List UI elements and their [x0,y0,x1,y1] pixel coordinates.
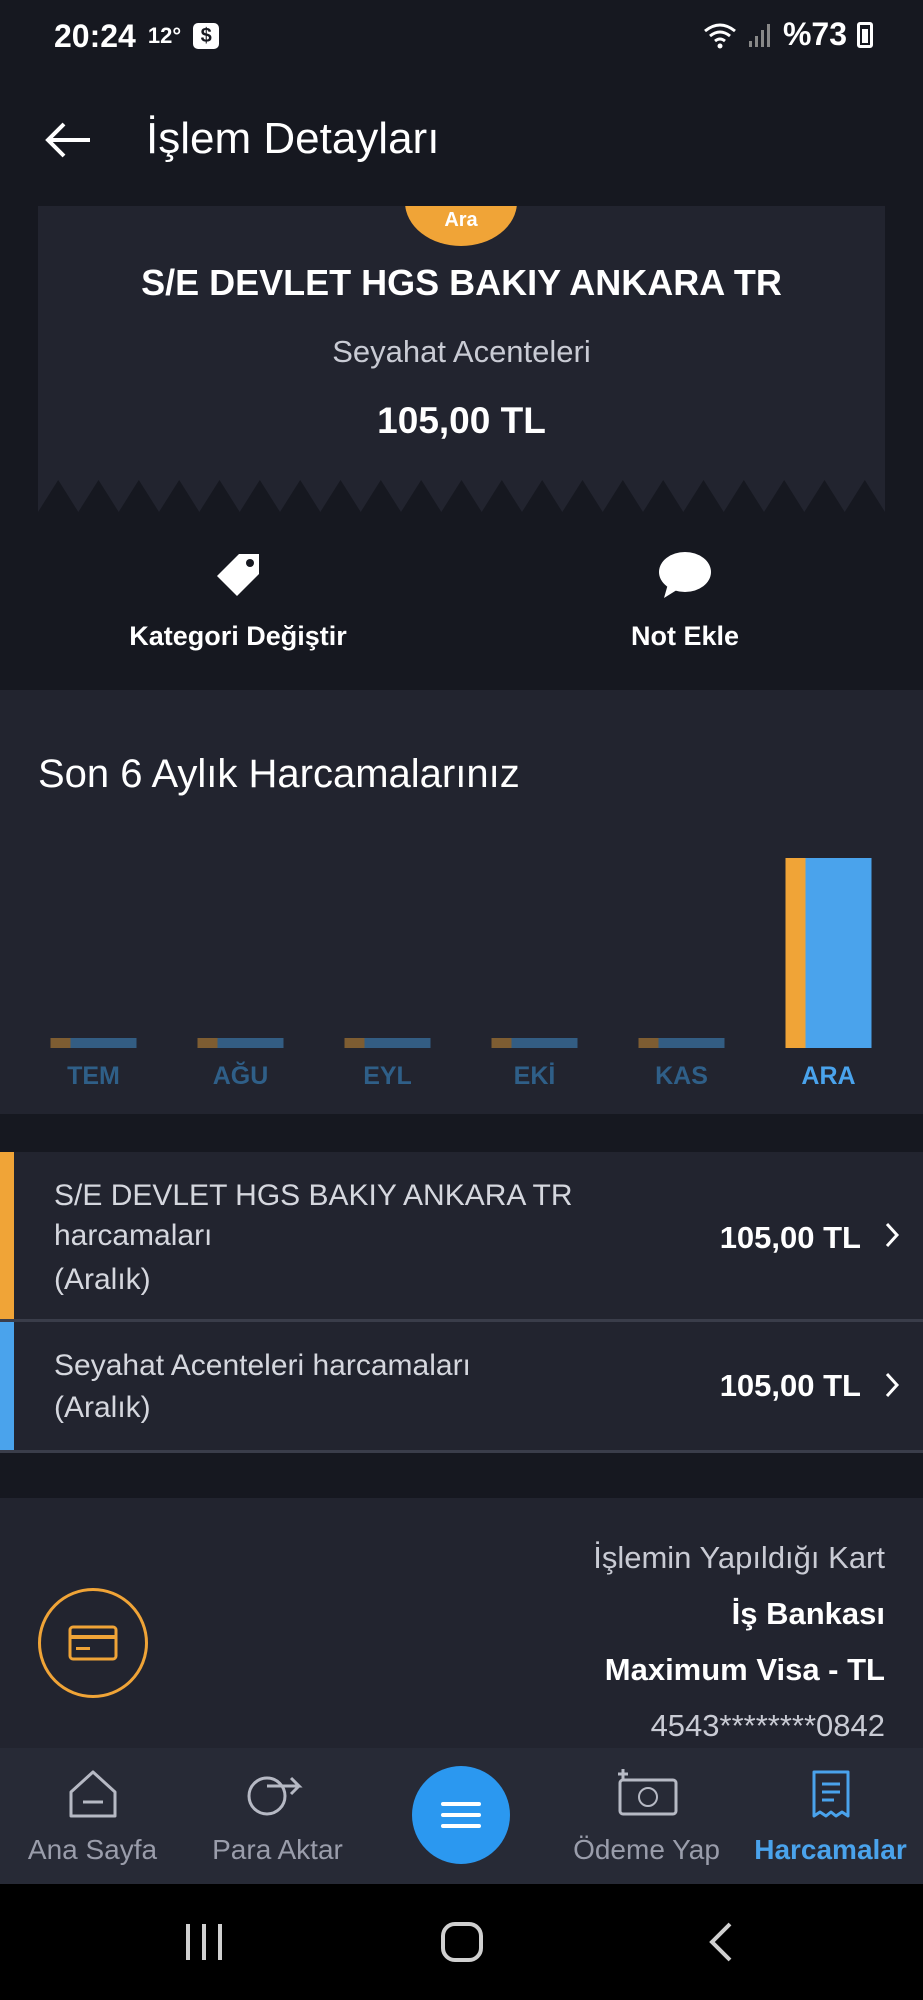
transaction-receipt: Ara S/E DEVLET HGS BAKIY ANKARA TR Seyah… [38,206,885,512]
chart-month-label[interactable]: EYL [363,1062,412,1090]
credit-card-icon [38,1588,148,1698]
category-spending-row[interactable]: Seyahat Acenteleri harcamaları (Aralık) … [0,1322,923,1453]
nav-spending-label: Harcamalar [754,1834,907,1865]
main-menu-button[interactable] [412,1766,510,1864]
row-amount: 105,00 TL [719,1368,861,1403]
status-temperature: 12° [147,23,182,48]
row-color-bar [0,1152,14,1319]
chart-bar-merchant-kas [658,1038,725,1048]
merchant-name: S/E DEVLET HGS BAKIY ANKARA TR [141,262,782,303]
app-notification-icon: $ [193,23,220,49]
payment-bill-icon [617,1769,677,1816]
change-category-label: Kategori Değiştir [129,621,347,651]
card-product: Maximum Visa - TL [604,1652,885,1687]
change-category-button[interactable]: Kategori Değiştir [88,550,388,652]
receipt-icon [812,1770,849,1818]
speech-bubble-icon [659,552,711,598]
nav-transfer-label: Para Aktar [212,1834,343,1865]
chart-month-label[interactable]: KAS [655,1062,708,1090]
row-text-line1: Seyahat Acenteleri harcamaları [54,1349,471,1382]
home-icon [69,1770,116,1818]
chart-bar-category-ara [785,858,806,1048]
transaction-category: Seyahat Acenteleri [332,334,591,369]
chart-title: Son 6 Aylık Harcamalarınız [38,752,520,796]
chart-bar-merchant-ağu [217,1038,284,1048]
chart-bar-merchant-eyl [364,1038,431,1048]
tag-icon [217,554,259,596]
chart-bar-merchant-tem [70,1038,137,1048]
wifi-icon [704,23,736,48]
home-button-icon[interactable] [440,1922,484,1962]
chart-bar-merchant-eki̇ [511,1038,578,1048]
card-info-section: İşlemin Yapıldığı Kart İş Bankası Maximu… [0,1498,923,1748]
system-back-icon[interactable] [706,1922,736,1962]
page-title: İşlem Detayları [146,114,440,163]
menu-icon [441,1802,481,1828]
app-bar: İşlem Detayları [0,72,923,206]
bottom-navigation: Ana Sayfa Para Aktar Ödeme Yap Harcamala… [0,1748,923,1884]
battery-percent: %73 [782,16,847,52]
monthly-spending-card: Son 6 Aylık Harcamalarınız TEM AĞU EYL EKİ K… [0,690,923,1114]
battery-icon [857,21,873,48]
nav-pay[interactable]: Ödeme Yap [554,1748,739,1884]
system-navigation-bar [0,1884,923,2000]
back-arrow-icon[interactable] [40,112,96,168]
nav-pay-label: Ödeme Yap [573,1834,720,1865]
status-bar: 20:24 12° $ %73 [0,0,923,72]
row-text-line2: harcamaları [54,1219,213,1252]
add-note-button[interactable]: Not Ekle [535,550,835,652]
nav-spending[interactable]: Harcamalar [738,1748,923,1884]
card-number: 4543********0842 [650,1708,885,1743]
row-text-line3: (Aralık) [54,1263,151,1296]
monthly-spending-chart: TEM AĞU EYL EKİ KAS ARA [50,858,872,1090]
row-amount: 105,00 TL [719,1220,861,1255]
transaction-actions: Kategori Değiştir Not Ekle [0,540,923,690]
transfer-coins-icon [247,1776,303,1816]
transaction-amount: 105,00 TL [377,400,546,441]
row-text-line1: S/E DEVLET HGS BAKIY ANKARA TR [54,1179,573,1212]
status-right: %73 [703,16,873,53]
chart-month-label[interactable]: ARA [801,1062,855,1090]
spending-list: S/E DEVLET HGS BAKIY ANKARA TR harcamala… [0,1152,923,1453]
chart-month-label[interactable]: AĞU [213,1061,269,1090]
nav-transfer[interactable]: Para Aktar [185,1748,370,1884]
chart-month-label[interactable]: TEM [67,1062,120,1090]
chevron-right-icon [885,1372,900,1398]
chart-bar-category-tem [50,1038,71,1048]
chart-bar-merchant-ara [805,858,872,1048]
signal-icon [748,23,770,47]
month-badge: Ara [405,206,517,246]
nav-home[interactable]: Ana Sayfa [0,1748,185,1884]
chevron-right-icon [885,1222,900,1248]
merchant-spending-row[interactable]: S/E DEVLET HGS BAKIY ANKARA TR harcamala… [0,1152,923,1322]
chart-bar-category-eki̇ [491,1038,512,1048]
receipt-zigzag-edge [38,480,885,512]
row-text-line2: (Aralık) [54,1391,151,1424]
chart-bar-category-ağu [197,1038,218,1048]
chart-bar-category-kas [638,1038,659,1048]
add-note-label: Not Ekle [630,621,740,651]
nav-home-label: Ana Sayfa [27,1834,158,1865]
chart-month-label[interactable]: EKİ [514,1062,556,1090]
recent-apps-icon[interactable] [182,1922,226,1962]
chart-bar-category-eyl [344,1038,365,1048]
status-time: 20:24 [54,17,136,54]
card-bank: İş Bankası [731,1596,885,1631]
row-color-bar [0,1322,14,1450]
card-label: İşlemin Yapıldığı Kart [593,1540,885,1575]
